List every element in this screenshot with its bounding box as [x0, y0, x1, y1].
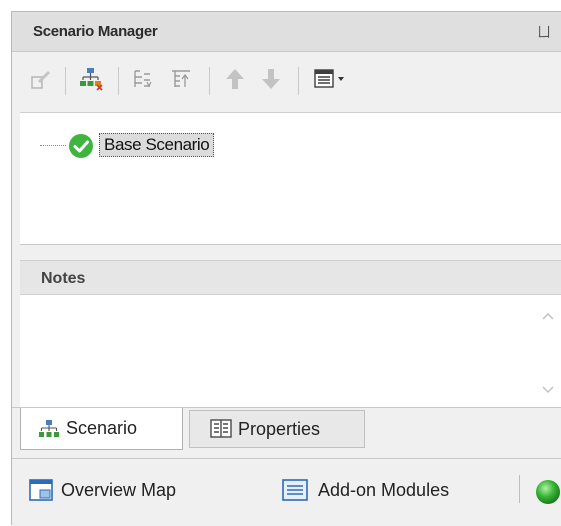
move-down-icon[interactable] — [260, 67, 282, 96]
tab-scenario[interactable]: Scenario — [20, 408, 183, 450]
edit-scenario-icon[interactable] — [30, 68, 52, 95]
new-child-scenario-icon[interactable] — [79, 67, 103, 96]
bottom-bar-separator — [519, 475, 520, 503]
panel-title: Scenario Manager — [33, 23, 158, 40]
add-on-modules-button[interactable]: Add-on Modules — [282, 479, 449, 501]
scenario-manager-panel: Scenario Manager ㄩ Base Scenario Notes S… — [11, 11, 561, 526]
tab-properties[interactable]: Properties — [189, 410, 365, 448]
notes-title: Notes — [41, 270, 86, 287]
scenario-tree-icon — [38, 419, 60, 439]
scroll-up-arrow-icon[interactable] — [542, 309, 554, 324]
toolbar-separator — [118, 67, 119, 95]
move-up-icon[interactable] — [224, 67, 246, 96]
panel-tab-strip: Scenario Properties — [12, 407, 561, 457]
toolbar-separator — [65, 67, 66, 95]
overview-map-button[interactable]: Overview Map — [29, 479, 176, 501]
overview-map-label: Overview Map — [61, 479, 177, 500]
collapse-all-icon[interactable] — [170, 68, 192, 95]
check-circle-icon — [68, 133, 94, 164]
overview-map-icon — [29, 479, 53, 501]
scroll-down-arrow-icon[interactable] — [542, 383, 554, 398]
scenario-toolbar — [12, 52, 561, 110]
scenario-tree: Base Scenario — [20, 112, 561, 244]
toolbar-separator — [298, 67, 299, 95]
notes-header: Notes — [20, 260, 561, 295]
pane-splitter[interactable] — [20, 244, 561, 260]
properties-grid-icon — [210, 419, 232, 439]
pin-icon[interactable]: ㄩ — [537, 22, 551, 42]
tree-connector — [40, 145, 66, 146]
notes-textarea[interactable] — [20, 295, 561, 407]
add-on-modules-icon — [282, 479, 308, 501]
tab-scenario-label: Scenario — [66, 418, 138, 438]
panel-title-bar: Scenario Manager ㄩ — [12, 12, 561, 52]
tree-item-base-scenario[interactable]: Base Scenario — [99, 133, 215, 157]
bottom-bar: Overview Map Add-on Modules — [12, 458, 561, 526]
tab-properties-label: Properties — [238, 418, 321, 439]
add-on-modules-label: Add-on Modules — [318, 479, 450, 500]
toolbar-separator — [209, 67, 210, 95]
view-options-icon[interactable] — [314, 68, 348, 95]
expand-all-icon[interactable] — [132, 68, 154, 95]
status-indicator-icon — [535, 477, 561, 512]
